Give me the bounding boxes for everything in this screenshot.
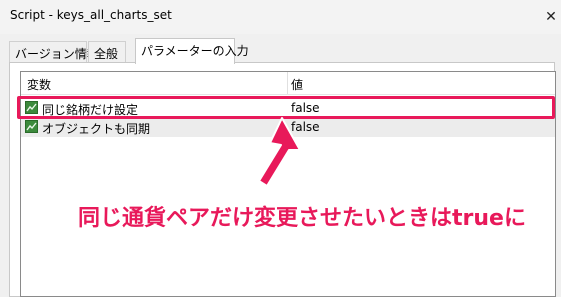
tab-label: パラメーターの入力 — [141, 44, 249, 58]
tab-parameter-input[interactable]: パラメーターの入力 — [135, 38, 249, 64]
column-divider[interactable] — [287, 72, 288, 94]
tab-version-info[interactable]: バージョン情報 — [9, 41, 99, 62]
highlight-box — [17, 96, 555, 119]
parameter-icon — [25, 120, 38, 133]
tab-label: 全般 — [94, 47, 119, 61]
window-title: Script - keys_all_charts_set — [10, 8, 172, 22]
column-header-variable[interactable]: 変数 — [27, 76, 51, 93]
row-variable-name: オブジェクトも同期 — [42, 122, 151, 136]
title-bar: Script - keys_all_charts_set ✕ — [0, 0, 561, 34]
column-header-value[interactable]: 値 — [291, 76, 303, 93]
tab-strip: バージョン情報 全般 パラメーターの入力 — [9, 38, 557, 64]
list-header: 変数 値 — [21, 72, 555, 95]
tab-label: バージョン情報 — [15, 47, 99, 61]
table-row[interactable]: オブジェクトも同期 false — [21, 118, 555, 137]
row-value[interactable]: false — [291, 120, 320, 134]
annotation-text: 同じ通貨ペアだけ変更させたいときはtrueに — [78, 206, 526, 231]
tab-general[interactable]: 全般 — [88, 41, 126, 62]
close-icon[interactable]: ✕ — [541, 0, 561, 34]
